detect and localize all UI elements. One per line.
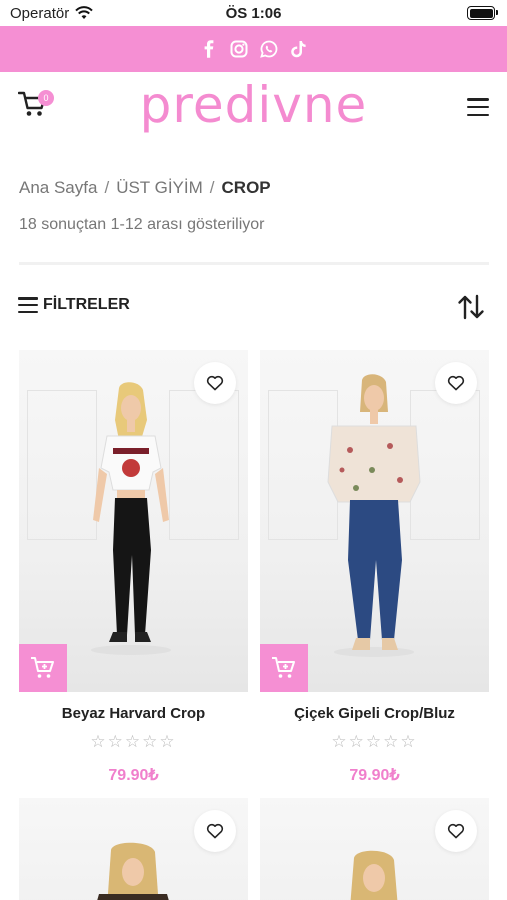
filter-label: FİLTRELER <box>43 296 130 313</box>
heart-icon <box>447 375 465 391</box>
wishlist-button[interactable] <box>435 810 477 852</box>
rating-stars: ☆☆☆☆☆ <box>331 732 418 751</box>
tiktok-icon[interactable] <box>290 40 308 58</box>
site-header: 0 predivne <box>0 72 507 144</box>
breadcrumb-home-link[interactable]: Ana Sayfa <box>19 178 97 198</box>
product-card[interactable]: Çiçek Gipeli Crop/Bluz ☆☆☆☆☆ 79.90₺ <box>260 350 489 790</box>
filter-button[interactable]: FİLTRELER <box>18 296 130 314</box>
instagram-icon[interactable] <box>230 40 248 58</box>
heart-icon <box>447 823 465 839</box>
logo-text[interactable]: predivne <box>140 76 368 134</box>
site-logo: predivne <box>0 76 507 134</box>
wishlist-button[interactable] <box>194 810 236 852</box>
heart-icon <box>206 375 224 391</box>
carrier-label: Operatör <box>10 4 70 22</box>
wishlist-button[interactable] <box>435 362 477 404</box>
sort-arrows-icon <box>458 294 484 320</box>
product-price: 79.90₺ <box>349 767 400 784</box>
sort-button[interactable] <box>457 294 485 320</box>
status-bar: Operatör ÖS 1:06 <box>0 0 507 26</box>
product-image[interactable] <box>260 350 489 692</box>
wifi-icon <box>75 6 93 19</box>
facebook-icon[interactable] <box>200 40 218 58</box>
product-card-partial[interactable] <box>19 798 248 900</box>
breadcrumb-separator: / <box>104 178 110 197</box>
result-count: 18 sonuçtan 1-12 arası gösteriliyor <box>19 216 265 233</box>
product-title[interactable]: Çiçek Gipeli Crop/Bluz <box>260 705 489 722</box>
menu-button[interactable] <box>467 98 489 116</box>
product-card-partial[interactable] <box>260 798 489 900</box>
battery-icon <box>467 6 498 20</box>
breadcrumb-separator: / <box>209 178 215 197</box>
add-to-cart-button[interactable] <box>260 644 308 692</box>
cart-count-badge: 0 <box>38 90 54 106</box>
breadcrumb-category-link[interactable]: ÜST GİYİM <box>116 178 203 198</box>
filter-menu-icon <box>18 297 38 313</box>
status-left: Operatör <box>10 5 93 22</box>
product-title[interactable]: Beyaz Harvard Crop <box>19 705 248 722</box>
cart-plus-icon <box>272 657 295 678</box>
add-to-cart-button[interactable] <box>19 644 67 692</box>
product-card[interactable]: Beyaz Harvard Crop ☆☆☆☆☆ 79.90₺ <box>19 350 248 790</box>
social-bar <box>0 26 507 72</box>
breadcrumb-current: CROP <box>221 178 271 197</box>
heart-icon <box>206 823 224 839</box>
product-price: 79.90₺ <box>108 767 159 784</box>
cart-plus-icon <box>31 657 54 678</box>
product-image[interactable] <box>19 350 248 692</box>
wishlist-button[interactable] <box>194 362 236 404</box>
whatsapp-icon[interactable] <box>259 40 278 58</box>
breadcrumb: Ana Sayfa / ÜST GİYİM / CROP <box>19 178 271 198</box>
rating-stars: ☆☆☆☆☆ <box>90 732 177 751</box>
divider <box>19 262 489 265</box>
